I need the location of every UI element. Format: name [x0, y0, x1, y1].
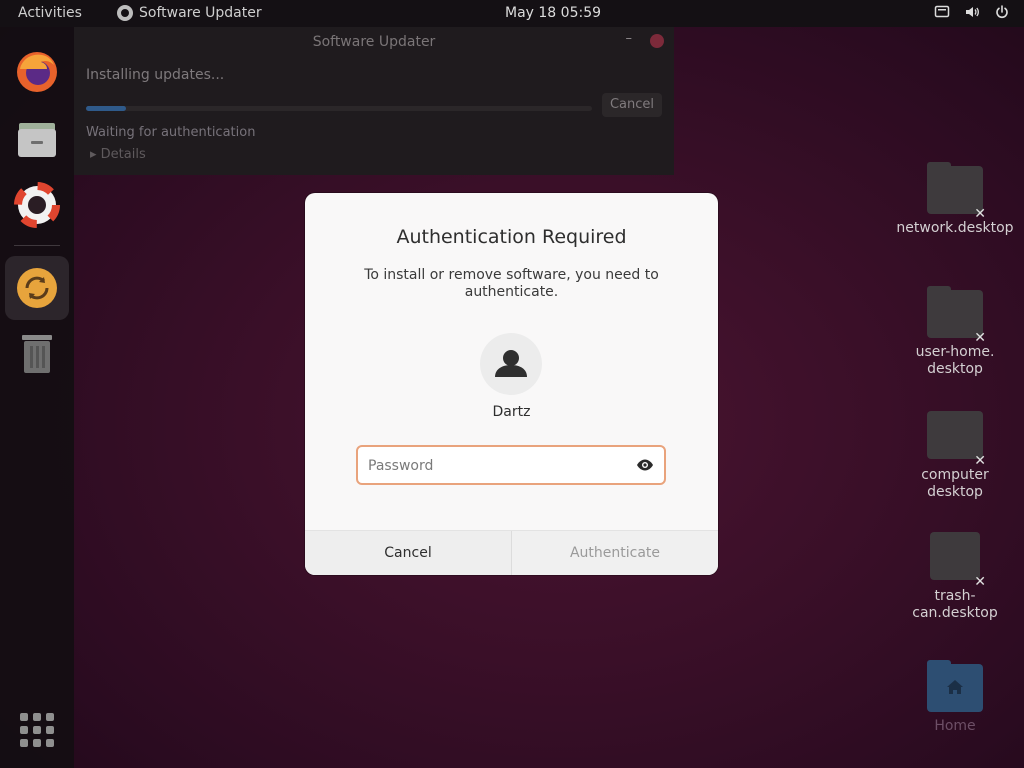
desktop-icon-user-home[interactable]: ✕ user-home. desktop [893, 286, 1017, 378]
password-field[interactable] [356, 445, 666, 485]
desktop-icon-label: computer desktop [921, 467, 989, 500]
show-apps-grid-icon[interactable] [20, 713, 54, 747]
broken-link-icon: ✕ [974, 330, 986, 346]
progress-bar [86, 106, 592, 111]
app-menu-label: Software Updater [139, 5, 262, 21]
dialog-actions: Cancel Authenticate [305, 530, 718, 575]
close-icon[interactable] [650, 34, 664, 48]
firefox-icon [17, 52, 57, 92]
broken-link-icon: ✕ [974, 574, 986, 590]
system-tray[interactable] [934, 4, 1010, 20]
window-title: Software Updater [312, 34, 436, 50]
activities-button[interactable]: Activities [18, 5, 82, 21]
app-menu[interactable]: Software Updater [117, 5, 262, 21]
desktop-icon-label: user-home. desktop [915, 344, 995, 377]
authenticate-button[interactable]: Authenticate [512, 531, 718, 575]
user-icon [495, 350, 527, 377]
dock-help[interactable] [5, 173, 69, 237]
desktop-icon-label: Home [934, 718, 976, 734]
home-icon [947, 680, 963, 694]
show-password-eye-icon[interactable] [636, 457, 654, 473]
details-expander[interactable]: ▸ Details [90, 147, 146, 162]
volume-icon[interactable] [964, 4, 980, 20]
desktop-icon-label: network.desktop [896, 220, 1014, 236]
desktop-icon-home[interactable]: Home [893, 660, 1017, 735]
top-bar: Activities Software Updater May 18 05:59 [0, 0, 1024, 27]
waiting-status: Waiting for authentication [86, 125, 256, 140]
password-input[interactable] [366, 447, 630, 485]
software-updater-icon [17, 268, 57, 308]
files-icon [18, 123, 56, 157]
avatar [480, 333, 542, 395]
desktop-icon-trash-can[interactable]: ✕ trash-can.desktop [893, 530, 1017, 622]
authentication-dialog: Authentication Required To install or re… [305, 193, 718, 575]
screen-icon[interactable] [934, 4, 950, 20]
dialog-message: To install or remove software, you need … [364, 267, 659, 300]
progress-fill [86, 106, 127, 111]
power-icon[interactable] [994, 4, 1010, 20]
software-updater-window: Software Updater – Installing updates...… [74, 27, 674, 175]
desktop-icon-label: trash-can.desktop [912, 588, 998, 621]
clock[interactable]: May 18 05:59 [505, 5, 601, 21]
dialog-title: Authentication Required [396, 226, 627, 248]
updater-cancel-button[interactable]: Cancel [602, 93, 662, 117]
desktop-icon-network[interactable]: ✕ network.desktop [893, 162, 1017, 237]
help-lifebuoy-icon [14, 182, 60, 228]
dock-software-updater[interactable] [5, 256, 69, 320]
broken-link-icon: ✕ [974, 206, 986, 222]
software-updater-icon [117, 5, 133, 21]
dock-files[interactable] [5, 107, 69, 171]
dock [0, 27, 74, 768]
trash-icon [22, 335, 52, 373]
cancel-button[interactable]: Cancel [305, 531, 512, 575]
username-label: Dartz [492, 404, 531, 420]
broken-link-icon: ✕ [974, 453, 986, 469]
desktop-icon-computer[interactable]: ✕ computer desktop [893, 409, 1017, 501]
dock-trash[interactable] [5, 321, 69, 385]
dock-firefox[interactable] [5, 40, 69, 104]
minimize-icon[interactable]: – [626, 31, 633, 46]
installing-status: Installing updates... [86, 67, 225, 83]
dock-separator [14, 245, 60, 246]
